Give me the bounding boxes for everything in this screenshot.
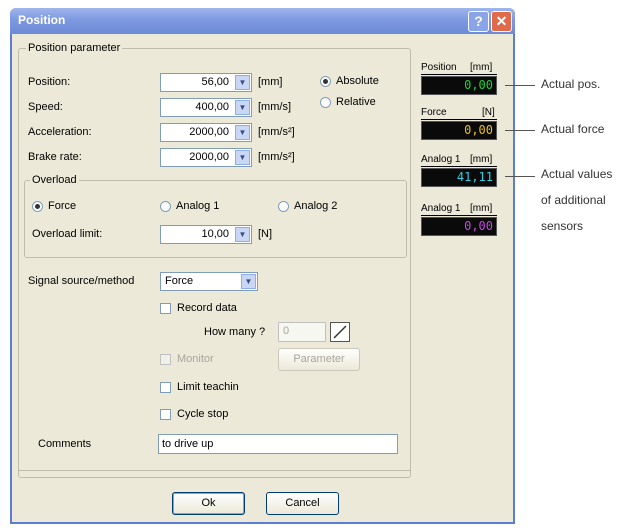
display-analog1b-value: 0,00 (421, 217, 497, 236)
position-combo[interactable]: 56,00 ▼ (160, 73, 252, 92)
how-many-label: How many ? (204, 326, 266, 338)
signal-source-label: Signal source/method (28, 275, 135, 287)
ok-button[interactable]: Ok (172, 492, 245, 515)
brake-rate-value: 2000,00 (189, 151, 229, 163)
overload-analog1-label[interactable]: Analog 1 (176, 200, 219, 212)
signal-source-value: Force (165, 275, 194, 287)
acceleration-combo[interactable]: 2000,00 ▼ (160, 123, 252, 142)
callout-actual-pos: Actual pos. (541, 77, 601, 91)
brake-rate-combo[interactable]: 2000,00 ▼ (160, 148, 252, 167)
comments-label: Comments (38, 438, 92, 450)
callout-actual-values-2: of additional (541, 193, 606, 207)
relative-radio[interactable] (320, 97, 331, 108)
close-icon: ✕ (495, 13, 508, 29)
cancel-button[interactable]: Cancel (266, 492, 339, 515)
overload-analog2-radio[interactable] (278, 201, 289, 212)
cycle-stop-label[interactable]: Cycle stop (177, 408, 228, 420)
callout-actual-values-1: Actual values (541, 167, 613, 181)
overload-analog1-radio[interactable] (160, 201, 171, 212)
speed-combo[interactable]: 400,00 ▼ (160, 98, 252, 117)
display-force-underline (421, 119, 497, 120)
overload-group (24, 180, 407, 258)
speed-unit: [mm/s] (258, 101, 291, 113)
display-force-unit: [N] (482, 107, 495, 118)
chevron-down-icon[interactable]: ▼ (235, 227, 250, 242)
display-position-value: 0,00 (421, 76, 497, 95)
display-analog1-underline (421, 166, 497, 167)
pencil-edit-icon[interactable] (330, 322, 350, 342)
speed-label: Speed: (28, 101, 63, 113)
display-analog1b-label: Analog 1 (421, 203, 461, 214)
acceleration-label: Acceleration: (28, 126, 92, 138)
display-position-unit: [mm] (470, 62, 493, 73)
how-many-value: 0 (283, 325, 290, 337)
display-analog1b-underline (421, 215, 497, 216)
chevron-down-icon[interactable]: ▼ (235, 75, 250, 90)
chevron-down-icon[interactable]: ▼ (235, 150, 250, 165)
overload-label: Overload (30, 174, 79, 186)
edit-icon (333, 325, 347, 339)
chevron-down-icon[interactable]: ▼ (241, 274, 256, 289)
monitor-label[interactable]: Monitor (177, 353, 214, 365)
help-icon: ? (474, 13, 483, 29)
help-button[interactable]: ? (468, 11, 489, 32)
brake-rate-unit: [mm/s²] (258, 151, 295, 163)
callout-line-actual-values (505, 176, 535, 177)
overload-analog2-label[interactable]: Analog 2 (294, 200, 337, 212)
chevron-down-icon[interactable]: ▼ (235, 100, 250, 115)
relative-label[interactable]: Relative (336, 96, 376, 108)
limit-teachin-checkbox[interactable] (160, 382, 171, 393)
position-label: Position: (28, 76, 71, 88)
position-unit: [mm] (258, 76, 283, 88)
button-separator (18, 470, 411, 471)
display-force-value: 0,00 (421, 121, 497, 140)
callout-actual-values-3: sensors (541, 219, 584, 233)
display-analog1-label: Analog 1 (421, 154, 461, 165)
acceleration-value: 2000,00 (189, 126, 229, 138)
parameter-button[interactable]: Parameter (278, 348, 360, 371)
limit-teachin-label[interactable]: Limit teachin (177, 381, 239, 393)
overload-limit-unit: [N] (258, 228, 273, 240)
signal-source-combo[interactable]: Force ▼ (160, 272, 258, 291)
callout-actual-force: Actual force (541, 122, 605, 136)
display-analog1b-unit: [mm] (470, 203, 493, 214)
callout-line-actual-pos (505, 85, 535, 86)
acceleration-unit: [mm/s²] (258, 126, 295, 138)
absolute-label[interactable]: Absolute (336, 75, 379, 87)
record-data-checkbox[interactable] (160, 303, 171, 314)
dialog-title: Position (18, 13, 66, 27)
display-analog1-value: 41,11 (421, 168, 497, 187)
record-data-label[interactable]: Record data (177, 302, 237, 314)
absolute-radio[interactable] (320, 76, 331, 87)
display-analog1-unit: [mm] (470, 154, 493, 165)
display-position-label: Position (421, 62, 457, 73)
overload-limit-value: 10,00 (201, 228, 229, 240)
overload-limit-label: Overload limit: (32, 228, 103, 240)
display-position-underline (421, 74, 497, 75)
position-dialog: Position ? ✕ Position parameter Position… (10, 8, 515, 524)
comments-value: to drive up (162, 438, 214, 450)
overload-limit-combo[interactable]: 10,00 ▼ (160, 225, 252, 244)
title-bar[interactable]: Position ? ✕ (10, 8, 515, 34)
monitor-checkbox[interactable] (160, 354, 171, 365)
close-button[interactable]: ✕ (491, 11, 512, 32)
how-many-input[interactable]: 0 (278, 322, 326, 342)
display-force-label: Force (421, 107, 447, 118)
comments-input[interactable]: to drive up (158, 434, 398, 454)
brake-rate-label: Brake rate: (28, 151, 82, 163)
position-parameter-label: Position parameter (26, 42, 123, 54)
position-value: 56,00 (201, 76, 229, 88)
overload-force-radio[interactable] (32, 201, 43, 212)
chevron-down-icon[interactable]: ▼ (235, 125, 250, 140)
cycle-stop-checkbox[interactable] (160, 409, 171, 420)
speed-value: 400,00 (195, 101, 229, 113)
callout-line-actual-force (505, 130, 535, 131)
overload-force-label[interactable]: Force (48, 200, 76, 212)
